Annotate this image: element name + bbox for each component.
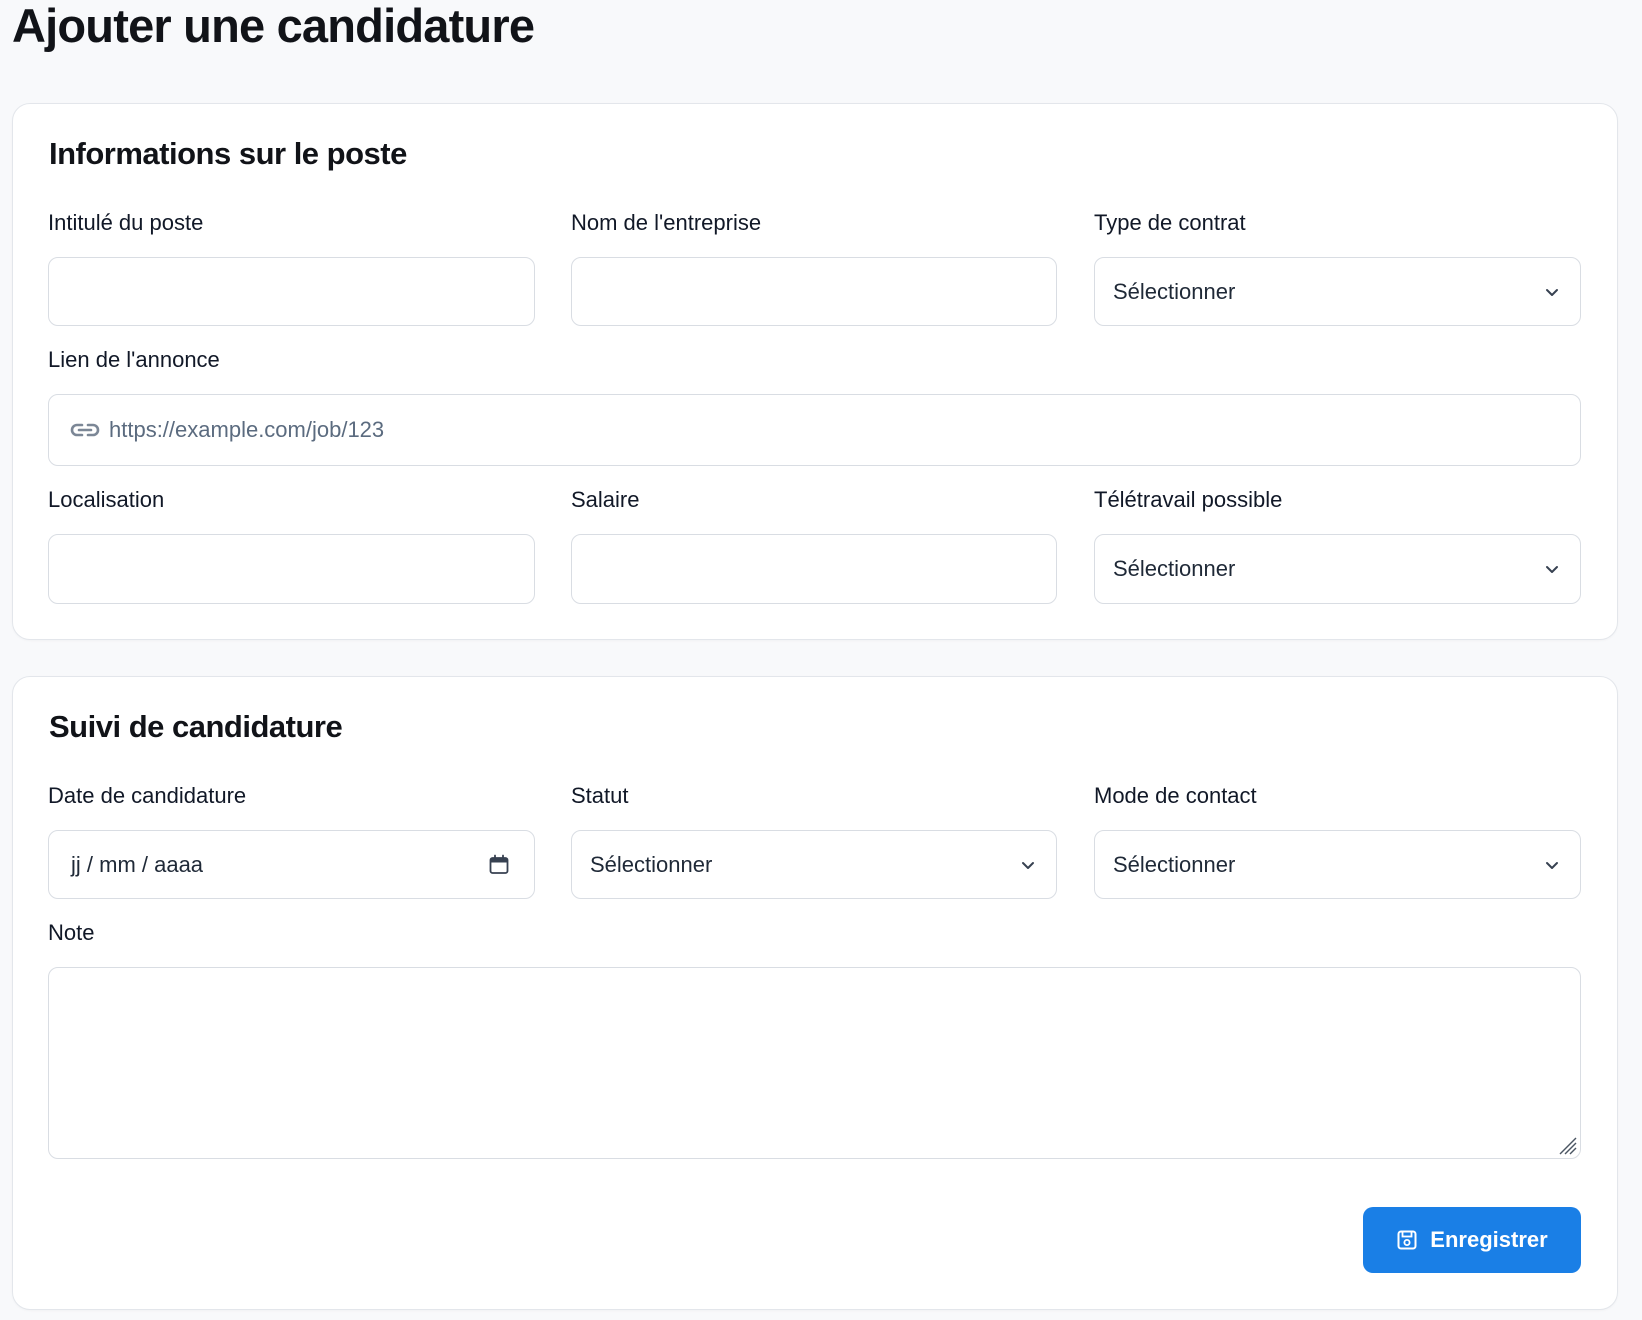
job-title-label: Intitulé du poste: [48, 210, 204, 235]
job-title-input[interactable]: [48, 257, 535, 326]
link-icon: [70, 423, 100, 437]
date-label: Date de candidature: [48, 783, 247, 808]
location-input[interactable]: [48, 534, 535, 604]
salary-input[interactable]: [571, 534, 1057, 604]
remote-value: Sélectionner: [1113, 556, 1236, 581]
company-input[interactable]: [571, 257, 1057, 326]
floppy-disk-icon: [1397, 1230, 1417, 1250]
note-textarea[interactable]: [48, 967, 1581, 1159]
chevron-down-icon: [1546, 288, 1558, 296]
chevron-down-icon: [1022, 861, 1034, 869]
url-input[interactable]: https://example.com/job/123: [48, 394, 1581, 466]
page-title: Ajouter une candidature: [12, 0, 535, 52]
date-placeholder: jj / mm / aaaa: [71, 851, 204, 877]
resize-handle-icon[interactable]: [1556, 1134, 1578, 1156]
contact-mode-value: Sélectionner: [1113, 851, 1236, 877]
tracking-section-title: Suivi de candidature: [49, 709, 343, 744]
remote-select[interactable]: Sélectionner: [1094, 534, 1581, 604]
date-input[interactable]: jj / mm / aaaa: [48, 830, 535, 899]
contract-type-select[interactable]: Sélectionner: [1094, 257, 1581, 326]
contact-mode-label: Mode de contact: [1094, 783, 1257, 808]
contract-type-value: Sélectionner: [1113, 278, 1236, 304]
chevron-down-icon: [1546, 861, 1558, 869]
contact-mode-select[interactable]: Sélectionner: [1094, 830, 1581, 899]
url-label: Lien de l'annonce: [48, 347, 220, 372]
tracking-card: Suivi de candidature Date de candidature…: [12, 676, 1618, 1310]
status-label: Statut: [571, 783, 629, 808]
status-value: Sélectionner: [590, 851, 713, 877]
note-label: Note: [48, 920, 95, 945]
calendar-icon[interactable]: [488, 854, 510, 876]
chevron-down-icon: [1546, 566, 1558, 573]
contract-type-label: Type de contrat: [1094, 210, 1246, 235]
company-label: Nom de l'entreprise: [571, 210, 762, 235]
job-info-card: Informations sur le poste Intitulé du po…: [12, 103, 1618, 640]
salary-label: Salaire: [571, 487, 640, 512]
job-info-section-title: Informations sur le poste: [49, 136, 407, 171]
save-button-label: Enregistrer: [1430, 1227, 1548, 1252]
status-select[interactable]: Sélectionner: [571, 830, 1057, 899]
location-label: Localisation: [48, 487, 165, 512]
url-placeholder: https://example.com/job/123: [109, 417, 385, 442]
save-button[interactable]: Enregistrer: [1363, 1207, 1581, 1273]
remote-label: Télétravail possible: [1094, 487, 1283, 512]
